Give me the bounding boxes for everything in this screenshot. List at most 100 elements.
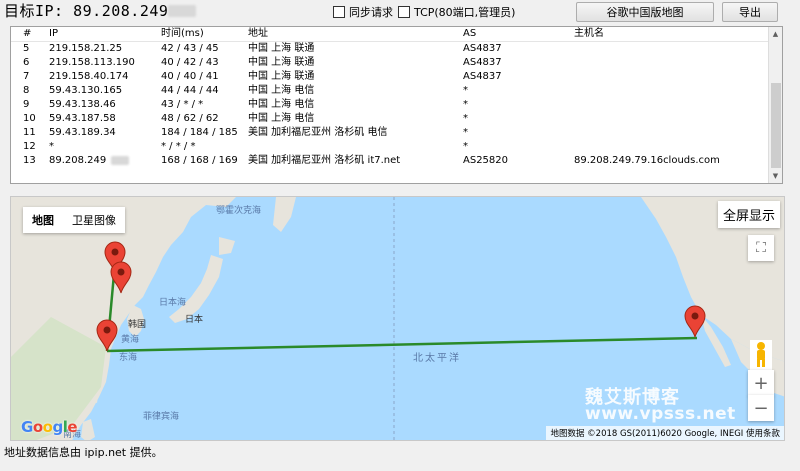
cell-as: AS4837	[463, 57, 502, 68]
cell-as: *	[463, 113, 468, 124]
masked-ip-suffix	[111, 156, 129, 165]
cell-address: 中国 上海 电信	[248, 85, 315, 96]
scroll-thumb[interactable]	[771, 83, 781, 168]
kamchatka-landmass	[273, 197, 296, 232]
trace-table: # IP 时间(ms) 地址 AS 主机名 5 219.158.21.25 42 /…	[10, 26, 783, 184]
scroll-up-icon[interactable]: ▲	[769, 27, 782, 41]
table-row[interactable]: 8 59.43.130.165 44 / 44 / 44 中国 上海 电信 *	[11, 84, 782, 98]
fullscreen-toggle-icon[interactable]: ⛶	[748, 235, 774, 261]
col-header-time[interactable]: 时间(ms)	[161, 27, 204, 41]
table-scrollbar[interactable]: ▲ ▼	[768, 27, 782, 183]
table-row[interactable]: 5 219.158.21.25 42 / 43 / 45 中国 上海 联通 AS4837	[11, 42, 782, 56]
table-body: 5 219.158.21.25 42 / 43 / 45 中国 上海 联通 AS4837…	[11, 42, 782, 168]
cell-index: 9	[23, 99, 30, 110]
table-row[interactable]: 13 89.208.249 168 / 168 / 169 美国 加利福尼亚州 洛杉矶…	[11, 154, 782, 168]
map-pin-icon[interactable]	[684, 305, 706, 338]
toolbar: 目标IP: 89.208.249 同步请求 TCP(80端口,管理员) 谷歌中国…	[0, 0, 800, 24]
cell-ip: 89.208.249	[49, 155, 107, 166]
label-japan: 日本	[185, 315, 204, 325]
cell-time: 184 / 184 / 185	[161, 127, 238, 138]
table-row[interactable]: 12 * * / * / * *	[11, 140, 782, 154]
cell-as: AS4837	[463, 43, 502, 54]
cell-index: 8	[23, 85, 30, 96]
cell-time: 48 / 62 / 62	[161, 113, 219, 124]
map-type-satellite-button[interactable]: 卫星图像	[63, 212, 125, 228]
sync-request-label: 同步请求	[349, 6, 393, 19]
label-philippine-sea: 菲律宾海	[143, 412, 180, 422]
cell-ip: 59.43.189.34	[49, 127, 116, 138]
map-type-map-button[interactable]: 地图	[23, 212, 63, 228]
table-row[interactable]: 7 219.158.40.174 40 / 40 / 41 中国 上海 联通 AS483…	[11, 70, 782, 84]
cell-index: 7	[23, 71, 30, 82]
label-korea: 韩国	[128, 320, 147, 330]
cell-index: 13	[23, 155, 36, 166]
tcp-checkbox[interactable]: TCP(80端口,管理员)	[398, 4, 515, 20]
table-header: # IP 时间(ms) 地址 AS 主机名	[11, 27, 782, 42]
china-map-button[interactable]: 谷歌中国版地图	[576, 2, 714, 22]
export-button[interactable]: 导出	[722, 2, 778, 22]
cell-ip: 219.158.113.190	[49, 57, 135, 68]
watermark-text-url: www.vpsss.net	[585, 404, 736, 424]
label-pacific: 北太平洋	[413, 353, 461, 364]
cell-address: 美国 加利福尼亚州 洛杉矶 电信	[248, 127, 388, 138]
checkbox-box[interactable]	[333, 6, 345, 18]
tcp-label: TCP(80端口,管理员)	[414, 6, 516, 19]
label-okhotsk: 鄂霍次克海	[216, 206, 262, 216]
cell-address: 中国 上海 联通	[248, 43, 315, 54]
cell-index: 11	[23, 127, 36, 138]
col-header-hostname[interactable]: 主机名	[574, 27, 604, 41]
cell-ip: 219.158.40.174	[49, 71, 129, 82]
cell-time: 168 / 168 / 169	[161, 155, 238, 166]
cell-ip: 59.43.138.46	[49, 99, 116, 110]
google-logo: Google	[21, 418, 78, 436]
cell-index: 6	[23, 57, 30, 68]
cell-as: *	[463, 99, 468, 110]
table-row[interactable]: 6 219.158.113.190 40 / 42 / 43 中国 上海 联通 AS48…	[11, 56, 782, 70]
fullscreen-button[interactable]: 全屏显示	[717, 201, 780, 228]
cell-address: 中国 上海 电信	[248, 113, 315, 124]
cell-hostname: 89.208.249.79.16clouds.com	[574, 155, 720, 166]
cell-ip: 59.43.130.165	[49, 85, 123, 96]
checkbox-box[interactable]	[398, 6, 410, 18]
cell-as: AS25820	[463, 155, 508, 166]
cell-index: 5	[23, 43, 30, 54]
table-row[interactable]: 9 59.43.138.46 43 / * / * 中国 上海 电信 *	[11, 98, 782, 112]
col-header-as[interactable]: AS	[463, 27, 476, 41]
table-row[interactable]: 11 59.43.189.34 184 / 184 / 185 美国 加利福尼亚州 洛…	[11, 126, 782, 140]
label-east-sea: 东海	[119, 353, 138, 363]
map-attribution[interactable]: 地图数据 ©2018 GS(2011)6020 Google, INEGI 使用…	[546, 426, 784, 440]
route-map[interactable]: 鄂霍次克海 日本海 日本 韩国 黄海 东海 北太平洋 菲律宾海 南海 地图 卫星…	[10, 196, 785, 441]
route-segment	[106, 336, 698, 353]
cell-index: 12	[23, 141, 36, 152]
sync-request-checkbox[interactable]: 同步请求	[333, 4, 393, 20]
map-type-control: 地图 卫星图像	[23, 207, 125, 233]
cell-as: AS4837	[463, 71, 502, 82]
cell-time: 42 / 43 / 45	[161, 43, 219, 54]
cell-as: *	[463, 85, 468, 96]
cell-ip: 219.158.21.25	[49, 43, 123, 54]
cell-ip: *	[49, 141, 54, 152]
philippines-landmass	[81, 419, 95, 440]
cell-time: 40 / 40 / 41	[161, 71, 219, 82]
pegman-icon[interactable]	[750, 340, 772, 370]
cell-address: 美国 加利福尼亚州 洛杉矶 it7.net	[248, 155, 401, 166]
zoom-out-button[interactable]: −	[748, 395, 774, 421]
col-header-ip[interactable]: IP	[49, 27, 58, 41]
zoom-in-button[interactable]: +	[748, 370, 774, 396]
masked-ip-suffix	[168, 5, 197, 17]
cell-ip: 59.43.187.58	[49, 113, 116, 124]
hokkaido-landmass	[219, 237, 235, 255]
col-header-index[interactable]: #	[23, 27, 31, 41]
cell-address: 中国 上海 联通	[248, 71, 315, 82]
cell-as: *	[463, 127, 468, 138]
data-source-note: 地址数据信息由 ipip.net 提供。	[4, 446, 163, 459]
cell-time: 44 / 44 / 44	[161, 85, 219, 96]
cell-address: 中国 上海 电信	[248, 99, 315, 110]
route-pins	[96, 241, 706, 352]
cell-address: 中国 上海 联通	[248, 57, 315, 68]
table-row[interactable]: 10 59.43.187.58 48 / 62 / 62 中国 上海 电信 *	[11, 112, 782, 126]
scroll-down-icon[interactable]: ▼	[769, 169, 782, 183]
cell-as: *	[463, 141, 468, 152]
col-header-address[interactable]: 地址	[248, 27, 268, 41]
cell-index: 10	[23, 113, 36, 124]
